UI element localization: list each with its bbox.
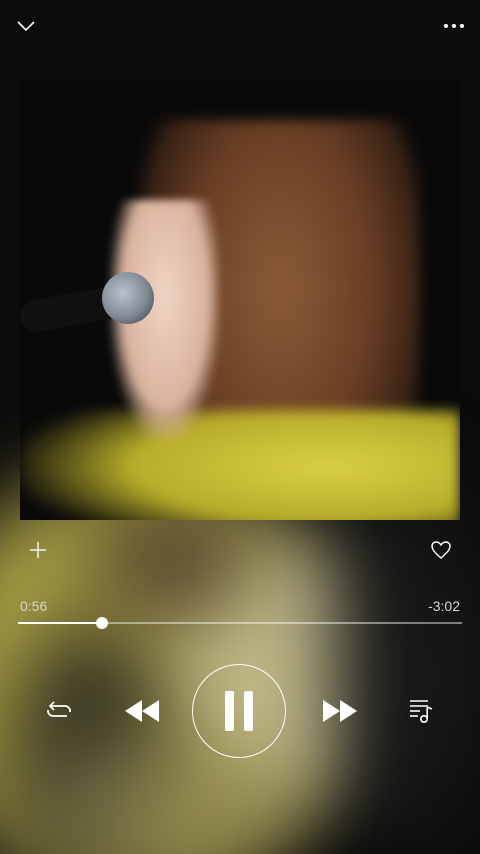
add-to-library-button[interactable] — [24, 536, 52, 564]
more-options-button[interactable] — [438, 12, 470, 40]
heart-icon — [431, 541, 451, 559]
time-remaining: -3:02 — [428, 598, 460, 614]
queue-icon — [410, 700, 433, 723]
repeat-button[interactable] — [44, 696, 74, 726]
now-playing-screen: 0:56 -3:02 — [0, 0, 480, 854]
chevron-down-icon — [17, 21, 35, 32]
progress-slider[interactable] — [18, 617, 462, 629]
pause-icon — [225, 691, 253, 731]
rewind-button[interactable] — [120, 694, 164, 728]
collapse-button[interactable] — [10, 12, 42, 40]
queue-button[interactable] — [404, 694, 438, 728]
fast-forward-icon — [323, 700, 357, 722]
album-artwork — [20, 80, 460, 520]
rewind-icon — [125, 700, 159, 722]
top-bar — [0, 0, 480, 56]
repeat-icon — [47, 701, 71, 717]
time-elapsed: 0:56 — [20, 598, 48, 614]
like-button[interactable] — [426, 536, 456, 564]
plus-icon — [30, 542, 46, 558]
progress-fill — [18, 622, 103, 624]
fast-forward-button[interactable] — [318, 694, 362, 728]
play-pause-button[interactable] — [192, 664, 286, 758]
more-options-icon — [444, 24, 464, 28]
